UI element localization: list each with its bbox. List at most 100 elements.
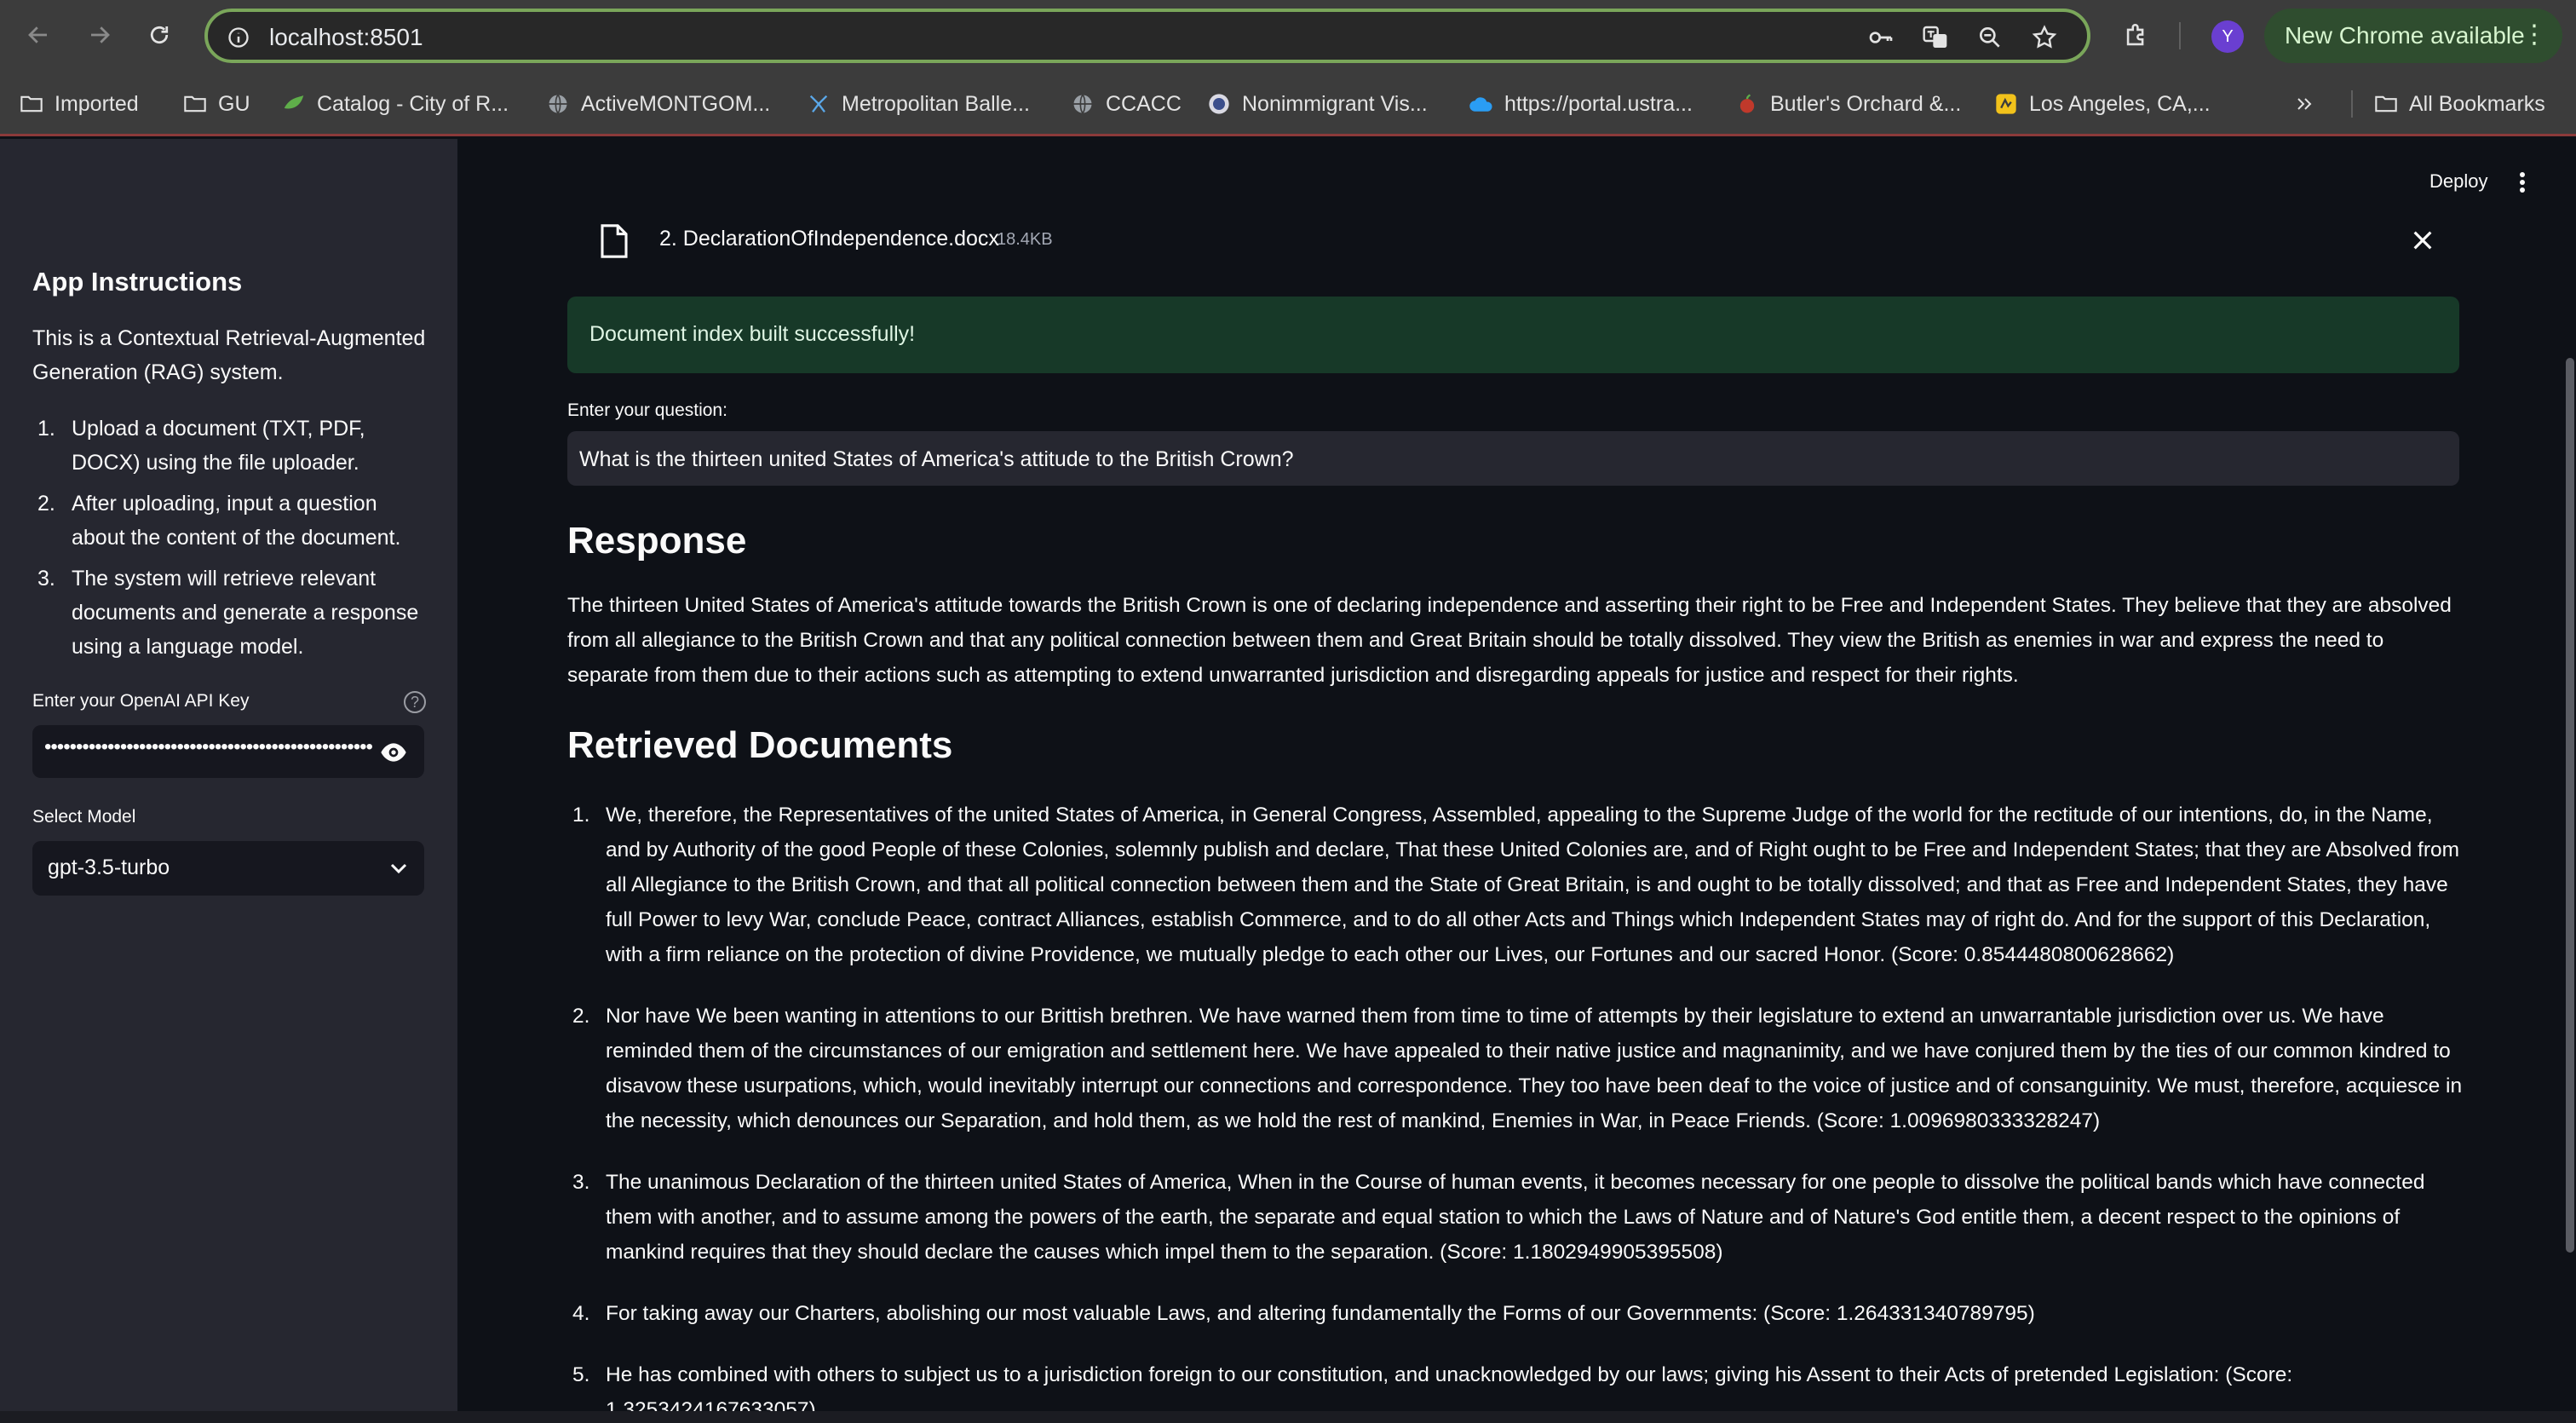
folder-icon [182,91,208,117]
file-icon [601,224,628,258]
site-info-icon[interactable] [225,24,252,51]
bookmark-label: https://portal.ustra... [1504,91,1693,116]
sidebar-description: This is a Contextual Retrieval-Augmented… [32,326,426,384]
extensions-icon[interactable] [2118,17,2155,55]
bookmark-portal-ustra[interactable]: https://portal.ustra... [1469,87,1693,121]
document-text: The unanimous Declaration of the thirtee… [606,1171,2425,1264]
bookmark-nonimmigrant-visa[interactable]: Nonimmigrant Vis... [1206,87,1428,121]
update-label: New Chrome available [2285,22,2525,49]
yellow-favicon-icon [1993,91,2019,117]
forward-button[interactable] [80,15,119,55]
bookmark-folder-gu[interactable]: GU [182,87,250,121]
remove-file-icon[interactable] [2409,227,2436,254]
bottom-edge [0,1411,2576,1423]
bookmark-label: ActiveMONTGOM... [581,91,771,116]
retrieved-documents-heading: Retrieved Documents [567,724,953,766]
api-key-label: Enter your OpenAI API Key [32,691,250,711]
model-label: Select Model [32,807,136,827]
bookmark-folder-imported[interactable]: Imported [19,87,139,121]
browser-toolbar: localhost:8501 Y New Chrome available ⋮ [0,0,2576,72]
apple-favicon-icon [1734,91,1760,117]
api-key-input[interactable]: ••••••••••••••••••••••••••••••••••••••••… [32,725,424,778]
bookmark-label: CCACC [1106,91,1182,116]
bookmark-activemontgom[interactable]: ActiveMONTGOM... [545,87,770,121]
back-button[interactable] [19,15,58,55]
leaf-favicon-icon [281,91,307,117]
zoom-icon[interactable] [1976,24,2004,51]
bookmark-los-angeles[interactable]: Los Angeles, CA,... [1993,87,2211,121]
step-text: After uploading, input a question about … [72,492,401,550]
bookmark-label: Metropolitan Balle... [842,91,1030,116]
main-menu-icon[interactable] [2516,169,2528,196]
bookmark-label: Los Angeles, CA,... [2029,91,2211,116]
eye-icon[interactable] [380,740,407,764]
document-text: We, therefore, the Representatives of th… [606,804,2460,966]
bookmark-metropolitan-ballet[interactable]: Metropolitan Balle... [806,87,1030,121]
address-bar[interactable]: localhost:8501 [204,9,2090,63]
dancer-favicon-icon [806,91,831,117]
toolbar-divider [2179,22,2181,49]
url-text: localhost:8501 [269,24,423,50]
success-alert: Document index built successfully! [567,297,2459,373]
deploy-button[interactable]: Deploy [2429,170,2487,193]
sidebar: App Instructions This is a Contextual Re… [0,139,457,1423]
profile-avatar[interactable]: Y [2211,20,2244,53]
bookmarks-overflow-button[interactable] [2291,87,2327,121]
question-label: Enter your question: [567,400,727,420]
reload-button[interactable] [140,15,179,55]
reload-icon [150,26,169,44]
question-value: What is the thirteen united States of Am… [579,447,1294,471]
globe-icon [1070,91,1095,117]
list-item: 3. The unanimous Declaration of the thirt… [572,1171,2425,1264]
question-input[interactable]: What is the thirteen united States of Am… [567,431,2459,486]
uploaded-file-size: 18.4KB [997,230,1053,249]
bookmark-label: GU [218,91,250,116]
folder-icon [19,91,44,117]
list-item: 1. Upload a document (TXT, PDF, DOCX) usi… [37,417,365,475]
list-item: 3. The system will retrieve relevant docu… [37,567,419,659]
arrow-right-icon [91,26,110,43]
all-bookmarks-button[interactable]: All Bookmarks [2373,87,2545,121]
more-vert-icon: ⋮ [2521,20,2547,49]
translate-icon[interactable] [1922,24,1949,51]
bookmark-catalog[interactable]: Catalog - City of R... [281,87,509,121]
model-selected-value: gpt-3.5-turbo [48,856,170,879]
step-text: Upload a document (TXT, PDF, DOCX) using… [72,417,365,475]
uploaded-file-name: 2. DeclarationOfIndependence.docx [659,227,999,251]
bookmark-star-icon[interactable] [2031,24,2058,51]
arrow-left-icon [28,26,47,43]
list-item: 1. We, therefore, the Representatives of … [572,804,2460,966]
scrollbar[interactable] [2566,358,2574,1253]
response-text: The thirteen United States of America's … [567,594,2452,687]
sidebar-title: App Instructions [32,267,243,297]
bookmark-label: All Bookmarks [2409,91,2545,116]
password-key-icon[interactable] [1867,24,1895,51]
folder-icon [2373,91,2399,117]
cloud-favicon-icon [1469,91,1494,117]
document-text: Nor have We been wanting in attentions t… [606,1005,2463,1132]
response-heading: Response [567,520,747,562]
bookmark-label: Imported [55,91,139,116]
bookmark-label: Butler's Orchard &... [1770,91,1962,116]
api-key-value: ••••••••••••••••••••••••••••••••••••••••… [44,735,373,758]
list-item: 4. For taking away our Charters, abolishi… [572,1302,2035,1325]
screen: localhost:8501 Y New Chrome available ⋮ [0,0,2576,1423]
chevron-down-icon [390,863,407,874]
success-message: Document index built successfully! [589,322,916,346]
list-item: 2. After uploading, input a question abou… [37,492,401,550]
chevron-double-right-icon [2291,91,2317,117]
model-select[interactable]: gpt-3.5-turbo [32,841,424,896]
instructions-list: 1. Upload a document (TXT, PDF, DOCX) usi… [32,412,433,671]
bookmark-label: Nonimmigrant Vis... [1242,91,1428,116]
bookmark-ccacc[interactable]: CCACC [1070,87,1182,121]
bookmark-butlers-orchard[interactable]: Butler's Orchard &... [1734,87,1961,121]
document-text: For taking away our Charters, abolishing… [606,1302,2035,1325]
bookmarks-bar: Imported GU Catalog - City of R... Activ… [0,72,2576,136]
help-icon[interactable]: ? [404,691,426,713]
chrome-update-button[interactable]: New Chrome available ⋮ [2264,9,2562,63]
list-item: 2. Nor have We been wanting in attentions… [572,1005,2463,1132]
bookmarks-divider [2351,90,2353,118]
retrieved-documents-list: 1. We, therefore, the Representatives of … [567,798,2465,1423]
globe-icon [545,91,571,117]
bookmark-label: Catalog - City of R... [317,91,509,116]
